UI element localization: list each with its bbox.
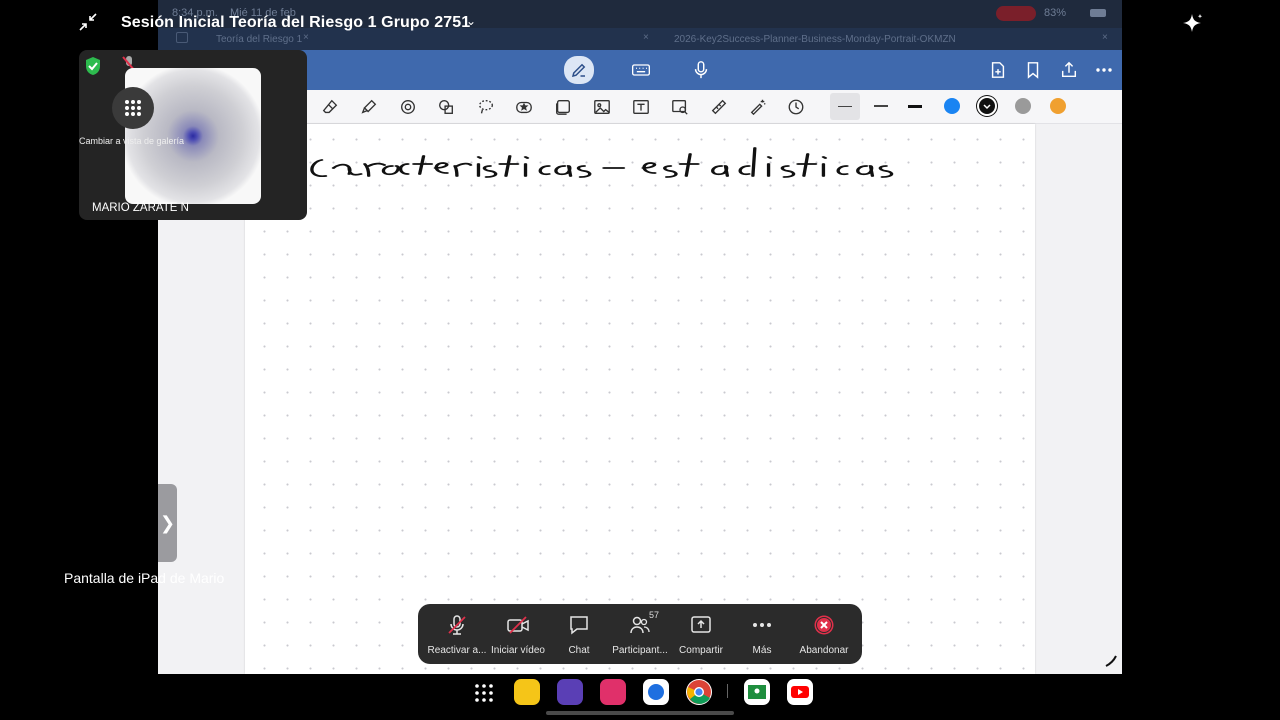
youtube-app-icon[interactable] <box>787 679 813 705</box>
participants-button[interactable]: Participant... <box>608 614 672 660</box>
taskbar-dock <box>0 674 1280 720</box>
battery-percent: 83% <box>1044 7 1067 19</box>
classroom-app-icon[interactable] <box>744 679 770 705</box>
app-drawer-icon[interactable] <box>473 682 495 704</box>
gallery-view-label: Cambiar a vista de galería <box>79 136 185 146</box>
participants-label: Participant... <box>612 645 668 656</box>
shield-check-icon <box>86 57 100 75</box>
export-icon[interactable] <box>1056 58 1082 82</box>
leave-label: Abandonar <box>799 645 849 656</box>
page-curl-icon <box>1105 655 1117 667</box>
add-page-icon[interactable] <box>985 58 1011 82</box>
unmute-button[interactable]: Reactivar a... <box>425 614 489 660</box>
text-box-icon[interactable] <box>630 96 652 118</box>
zoom-meeting-window: 8:34 p.m. Mié 11 de feb 83% Teoría del R… <box>0 0 1280 720</box>
home-indicator[interactable] <box>546 711 734 715</box>
home-icon[interactable] <box>176 32 188 43</box>
close-icon[interactable]: × <box>1102 32 1108 43</box>
bookmark-icon[interactable] <box>1020 58 1046 82</box>
bixby-app-icon[interactable] <box>557 679 583 705</box>
pen-mode-icon[interactable] <box>564 56 594 84</box>
eraser-icon[interactable] <box>319 96 341 118</box>
color-orange-swatch[interactable] <box>1050 98 1066 114</box>
recording-indicator <box>996 6 1036 21</box>
chrome-app-icon[interactable] <box>686 679 712 705</box>
line-width-thick[interactable] <box>908 105 922 108</box>
start-video-button[interactable]: Iniciar vídeo <box>486 614 550 660</box>
ruler-icon[interactable] <box>708 96 730 118</box>
dock-divider <box>727 684 728 698</box>
image-icon[interactable] <box>591 96 613 118</box>
tab-teoria-del-riesgo[interactable]: Teoría del Riesgo 1 <box>216 34 302 45</box>
meeting-title[interactable]: Sesión Inicial Teoría del Riesgo 1 Grupo… <box>121 14 470 32</box>
more-icon <box>753 623 771 627</box>
leave-button[interactable]: Abandonar <box>792 614 856 660</box>
messages-app-icon[interactable] <box>643 679 669 705</box>
chat-icon <box>570 616 588 635</box>
battery-icon <box>1090 9 1106 17</box>
chevron-down-icon[interactable]: ⌄ <box>466 14 476 28</box>
more-button[interactable]: Más <box>730 614 794 660</box>
shapes-icon[interactable] <box>397 96 419 118</box>
image-search-icon[interactable] <box>669 96 691 118</box>
color-black-swatch[interactable] <box>979 98 995 114</box>
keyboard-icon[interactable] <box>628 58 654 82</box>
line-width-medium[interactable] <box>874 105 888 107</box>
microphone-icon[interactable] <box>688 58 714 82</box>
chat-button[interactable]: Chat <box>547 614 611 660</box>
close-icon[interactable]: × <box>643 32 649 43</box>
tab-planner[interactable]: 2026-Key2Success-Planner-Business-Monday… <box>674 34 956 45</box>
start-video-label: Iniciar vídeo <box>491 645 545 656</box>
share-screen-button[interactable]: Compartir <box>669 614 733 660</box>
share-label: Compartir <box>679 645 723 656</box>
color-gray-swatch[interactable] <box>1015 98 1031 114</box>
gallery-view-button[interactable] <box>112 87 154 129</box>
participant-video-tile[interactable]: Cambiar a vista de galería MARIO ZÁRATE … <box>79 50 307 220</box>
clock-icon[interactable] <box>785 96 807 118</box>
microphone-muted-icon <box>448 615 466 635</box>
expand-tab-icon[interactable]: ❯ <box>158 484 177 562</box>
laser-pointer-icon[interactable] <box>747 96 769 118</box>
line-width-thin[interactable] <box>838 106 852 107</box>
participants-icon <box>630 616 650 634</box>
handwritten-title <box>310 147 894 178</box>
sticker-icon[interactable] <box>513 96 535 118</box>
more-options-icon[interactable] <box>1091 58 1117 82</box>
participants-count-badge: 57 <box>649 610 660 620</box>
lasso-icon[interactable] <box>475 96 497 118</box>
leave-icon <box>814 615 834 635</box>
video-off-icon <box>507 616 529 634</box>
shape-tool-icon[interactable] <box>435 96 457 118</box>
highlighter-icon[interactable] <box>358 96 380 118</box>
collapse-icon[interactable] <box>78 12 98 32</box>
camera-app-icon[interactable] <box>600 679 626 705</box>
chat-label: Chat <box>568 645 590 656</box>
close-icon[interactable]: × <box>303 32 309 43</box>
participant-name: MARIO ZÁRATE N <box>92 202 189 214</box>
meeting-controls-bar: Reactivar a... Iniciar vídeo Chat Partic… <box>418 604 862 664</box>
share-screen-icon <box>691 616 711 633</box>
color-blue-swatch[interactable] <box>944 98 960 114</box>
ai-companion-sparkle-icon[interactable] <box>1182 12 1204 34</box>
more-label: Más <box>752 645 772 656</box>
grid-icon <box>125 100 141 116</box>
files-app-icon[interactable] <box>514 679 540 705</box>
unmute-label: Reactivar a... <box>427 645 487 656</box>
shared-screen-label: Pantalla de iPad de Mario <box>64 570 225 586</box>
sticky-note-icon[interactable] <box>552 96 574 118</box>
note-page[interactable] <box>245 124 1035 674</box>
